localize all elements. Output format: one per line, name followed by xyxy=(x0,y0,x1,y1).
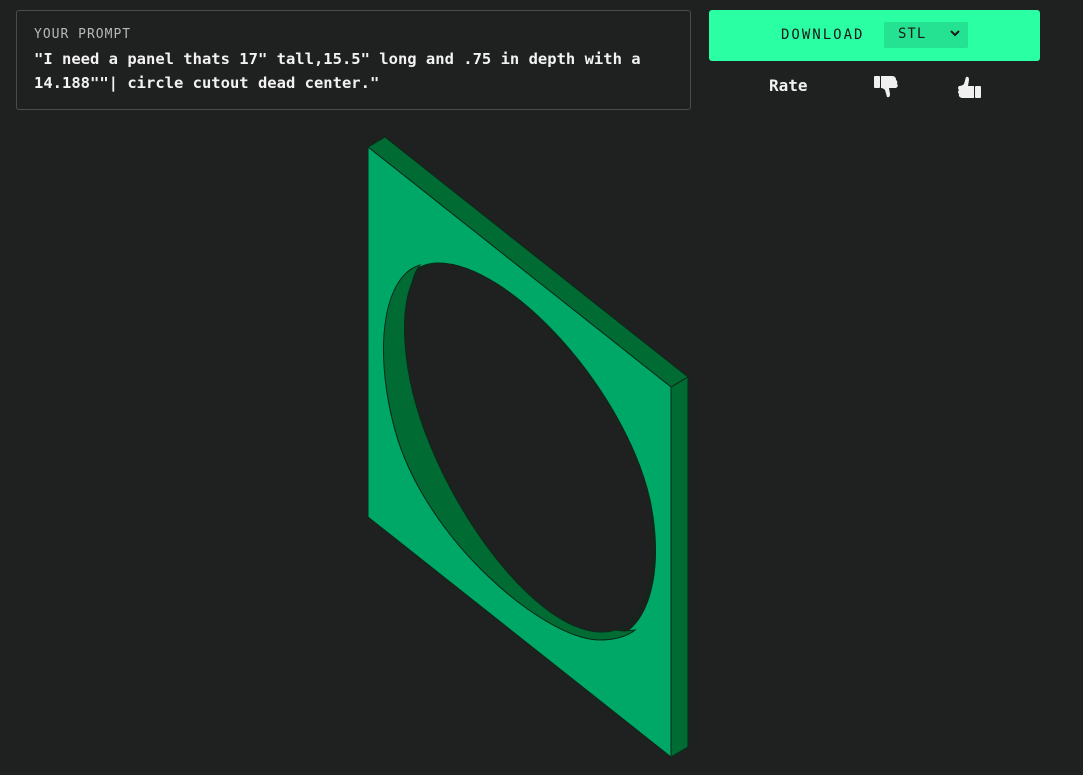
thumbs-up-icon[interactable] xyxy=(955,74,983,102)
chevron-down-icon xyxy=(950,30,960,37)
rate-label: Rate xyxy=(769,76,808,95)
thumbs-down-icon[interactable] xyxy=(872,72,900,100)
download-label: DOWNLOAD xyxy=(781,27,865,43)
model-viewport[interactable] xyxy=(0,120,1083,775)
prompt-box[interactable]: YOUR PROMPT "I need a panel thats 17" ta… xyxy=(16,10,691,110)
prompt-text[interactable]: "I need a panel thats 17" tall,15.5" lon… xyxy=(34,47,674,95)
panel-right-edge xyxy=(670,376,689,758)
circle-cutout xyxy=(404,262,655,633)
download-button[interactable]: DOWNLOAD STL xyxy=(709,10,1040,61)
format-select[interactable]: STL xyxy=(884,22,968,48)
format-selected-value: STL xyxy=(898,26,927,42)
prompt-label: YOUR PROMPT xyxy=(34,27,132,42)
